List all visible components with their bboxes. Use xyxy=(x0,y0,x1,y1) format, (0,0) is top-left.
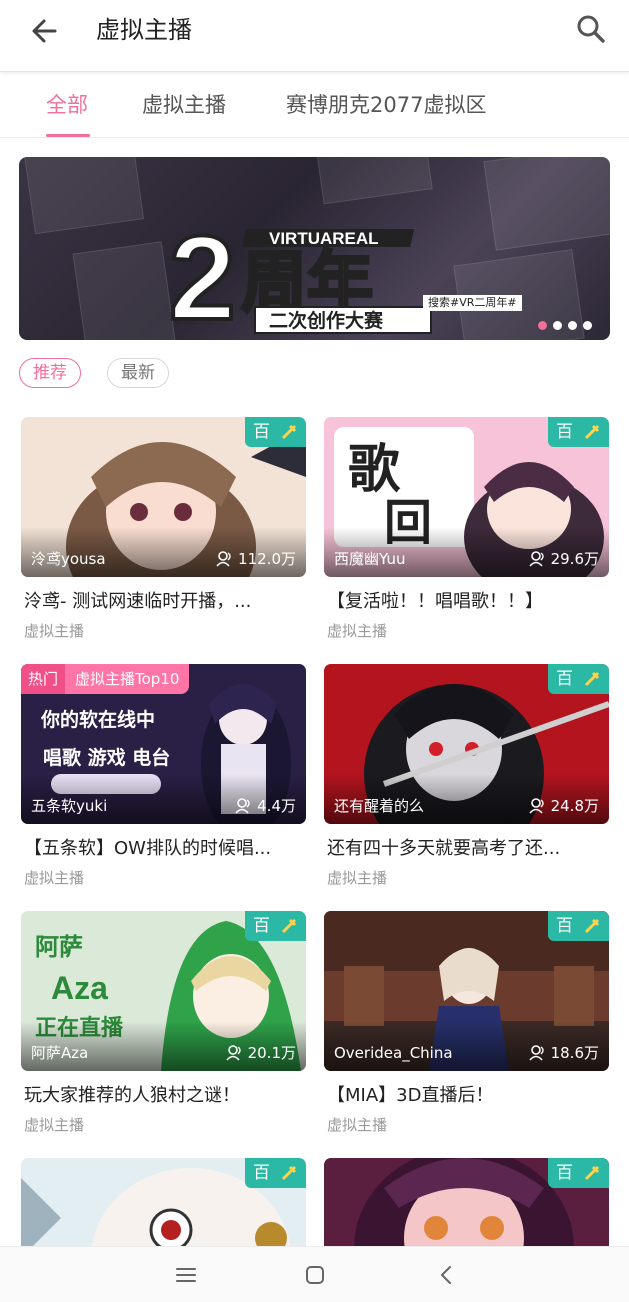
room-thumbnail: 百 还有醒着的么 24.8万 xyxy=(324,664,609,824)
chevron-left-icon xyxy=(441,1266,451,1284)
room-category: 虚拟主播 xyxy=(24,869,85,887)
anchor-name: 西魔幽Yuu xyxy=(334,550,406,568)
anchor-name: 还有醒着的么 xyxy=(334,797,425,815)
svg-text:Aza: Aza xyxy=(51,970,108,1006)
hundred-badge: 百 xyxy=(548,417,609,447)
nav-home-button[interactable] xyxy=(301,1261,329,1289)
hundred-badge: 百 xyxy=(548,1158,609,1188)
view-count: 20.1万 xyxy=(225,1043,296,1063)
people-icon xyxy=(528,1045,544,1061)
room-category: 虚拟主播 xyxy=(327,869,388,887)
svg-text:2: 2 xyxy=(169,211,236,337)
category-tabs: 全部 虚拟主播 赛博朋克2077虚拟区 xyxy=(0,72,629,138)
nav-back-button[interactable] xyxy=(433,1261,461,1289)
view-count: 112.0万 xyxy=(216,549,296,569)
room-category: 虚拟主播 xyxy=(24,622,85,640)
room-title: 【MIA】3D直播后！ xyxy=(327,1085,494,1106)
live-room-card[interactable]: 百 泠鸢yousa 112.0万 泠鸢- 测试网速临时开播，... 虚拟主播 xyxy=(21,417,306,645)
hammer-icon xyxy=(584,424,600,440)
people-icon xyxy=(225,1045,241,1061)
people-icon xyxy=(528,798,544,814)
tab-vtuber[interactable]: 虚拟主播 xyxy=(142,90,226,120)
room-thumbnail: 百 xyxy=(21,1158,306,1246)
pager-dot xyxy=(538,321,547,330)
hot-label: 热门 xyxy=(21,664,66,694)
live-room-card[interactable]: 百 xyxy=(21,1158,306,1246)
square-icon xyxy=(306,1266,324,1284)
view-count: 4.4万 xyxy=(235,796,296,816)
live-room-card[interactable]: 歌 回 百 西魔幽Yuu 29.6万 【复活啦！！唱唱歌！！】 虚拟主播 xyxy=(324,417,609,645)
hundred-badge: 百 xyxy=(548,664,609,694)
system-nav-bar xyxy=(0,1246,629,1302)
arrow-left-icon xyxy=(32,19,57,43)
svg-text:阿萨: 阿萨 xyxy=(35,933,83,961)
promo-banner[interactable]: VIRTUAREAL 2 周年 二次创作大赛 搜索#VR二周年# xyxy=(19,157,610,340)
room-title: 【复活啦！！唱唱歌！！】 xyxy=(327,591,543,612)
room-title: 泠鸢- 测试网速临时开播，... xyxy=(24,591,252,612)
search-button[interactable] xyxy=(574,12,608,46)
view-count: 24.8万 xyxy=(528,796,599,816)
hundred-badge: 百 xyxy=(245,1158,306,1188)
room-thumbnail: 歌 回 百 西魔幽Yuu 29.6万 xyxy=(324,417,609,577)
svg-text:歌: 歌 xyxy=(348,440,401,500)
room-thumbnail: 你的软在线中 唱歌 游戏 电台 热门 虚拟主播Top10 五条软yuki 4.4… xyxy=(21,664,306,824)
anchor-name: 阿萨Aza xyxy=(31,1044,89,1062)
filter-recommended[interactable]: 推荐 xyxy=(19,358,81,388)
menu-icon xyxy=(176,1268,196,1282)
hammer-icon xyxy=(281,424,297,440)
live-room-card[interactable]: 百 Overidea_China 18.6万 【MIA】3D直播后！ 虚拟主播 xyxy=(324,911,609,1139)
room-title: 还有四十多天就要高考了还... xyxy=(327,838,561,859)
anchor-name: Overidea_China xyxy=(334,1044,453,1062)
room-thumbnail: 百 Overidea_China 18.6万 xyxy=(324,911,609,1071)
active-tab-indicator xyxy=(46,134,90,137)
room-thumbnail: 阿萨 Aza 正在直播 百 阿萨Aza 20.1万 xyxy=(21,911,306,1071)
top-app-bar: 虚拟主播 xyxy=(0,0,629,72)
room-thumbnail: 百 泠鸢yousa 112.0万 xyxy=(21,417,306,577)
hammer-icon xyxy=(584,1165,600,1181)
svg-text:你的软在线中: 你的软在线中 xyxy=(40,708,155,731)
room-category: 虚拟主播 xyxy=(327,1116,388,1134)
tab-cyberpunk[interactable]: 赛博朋克2077虚拟区 xyxy=(286,90,486,120)
rank-label: 虚拟主播Top10 xyxy=(65,664,190,694)
hammer-icon xyxy=(281,1165,297,1181)
svg-text:唱歌 游戏 电台: 唱歌 游戏 电台 xyxy=(43,746,170,769)
live-room-card[interactable]: 阿萨 Aza 正在直播 百 阿萨Aza 20.1万 玩大家推荐的人狼村之谜！ 虚… xyxy=(21,911,306,1139)
room-title: 【五条软】OW排队的时候唱... xyxy=(24,838,272,859)
pager-dot xyxy=(583,321,592,330)
banner-hashtag: 搜索#VR二周年# xyxy=(423,295,522,311)
view-count: 18.6万 xyxy=(528,1043,599,1063)
filter-latest[interactable]: 最新 xyxy=(107,358,169,388)
hammer-icon xyxy=(584,671,600,687)
people-icon xyxy=(235,798,250,814)
svg-text:二次创作大赛: 二次创作大赛 xyxy=(269,309,384,332)
anniversary-logo: VIRTUAREAL 2 周年 二次创作大赛 xyxy=(169,209,432,337)
hammer-icon xyxy=(584,918,600,934)
tab-all[interactable]: 全部 xyxy=(46,90,88,120)
anchor-name: 五条软yuki xyxy=(31,797,108,815)
pager-dot xyxy=(568,321,577,330)
hundred-badge: 百 xyxy=(245,911,306,941)
back-button[interactable] xyxy=(28,14,62,48)
live-room-card[interactable]: 百 xyxy=(324,1158,609,1246)
hundred-badge: 百 xyxy=(245,417,306,447)
hundred-badge: 百 xyxy=(548,911,609,941)
banner-pager xyxy=(538,321,592,330)
anchor-name: 泠鸢yousa xyxy=(31,550,106,568)
nav-menu-button[interactable] xyxy=(172,1261,200,1289)
hammer-icon xyxy=(281,918,297,934)
pager-dot xyxy=(553,321,562,330)
hot-tag: 热门 虚拟主播Top10 xyxy=(21,664,190,694)
room-title: 玩大家推荐的人狼村之谜！ xyxy=(24,1085,240,1106)
live-room-card[interactable]: 百 还有醒着的么 24.8万 还有四十多天就要高考了还... 虚拟主播 xyxy=(324,664,609,892)
page-title: 虚拟主播 xyxy=(96,16,192,44)
live-room-card[interactable]: 你的软在线中 唱歌 游戏 电台 热门 虚拟主播Top10 五条软yuki 4.4… xyxy=(21,664,306,892)
room-category: 虚拟主播 xyxy=(327,622,388,640)
people-icon xyxy=(216,551,231,567)
view-count: 29.6万 xyxy=(528,549,599,569)
room-thumbnail: 百 xyxy=(324,1158,609,1246)
room-category: 虚拟主播 xyxy=(24,1116,85,1134)
people-icon xyxy=(528,551,544,567)
search-icon xyxy=(577,15,605,43)
